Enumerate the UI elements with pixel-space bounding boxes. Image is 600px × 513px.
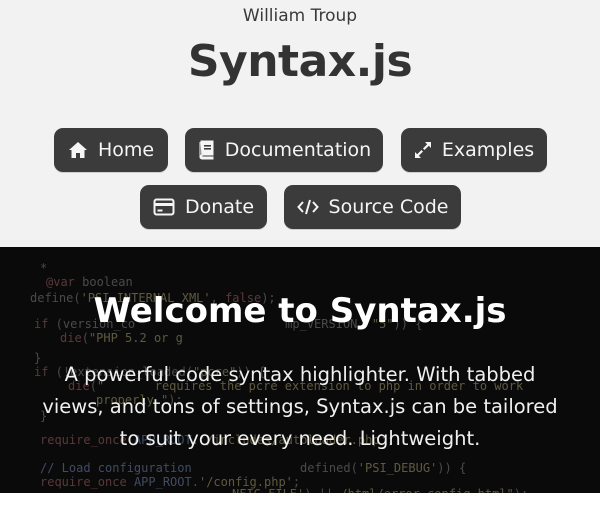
examples-button[interactable]: Examples xyxy=(401,128,547,172)
home-button[interactable]: Home xyxy=(54,128,168,172)
donate-label: Donate xyxy=(184,196,255,218)
donate-button[interactable]: Donate xyxy=(140,185,267,229)
page-bottom xyxy=(0,493,600,513)
source-code-label: Source Code xyxy=(328,196,449,218)
examples-label: Examples xyxy=(441,139,535,161)
home-label: Home xyxy=(97,139,155,161)
hero-title: Welcome to Syntax.js xyxy=(93,291,507,331)
author-name: William Troup xyxy=(242,6,358,26)
code-icon xyxy=(296,198,319,216)
documentation-button[interactable]: Documentation xyxy=(185,128,383,172)
source-code-button[interactable]: Source Code xyxy=(284,185,461,229)
credit-card-icon xyxy=(153,198,175,216)
book-icon xyxy=(197,140,215,160)
hero-banner: * @var boolean define('PSI_INTERNAL_XML'… xyxy=(0,247,600,493)
home-icon xyxy=(68,141,88,159)
page-title: Syntax.js xyxy=(187,36,413,87)
expand-arrows-icon xyxy=(414,141,432,159)
documentation-label: Documentation xyxy=(224,139,372,161)
hero-description: A powerful code syntax highlighter. With… xyxy=(42,363,558,450)
